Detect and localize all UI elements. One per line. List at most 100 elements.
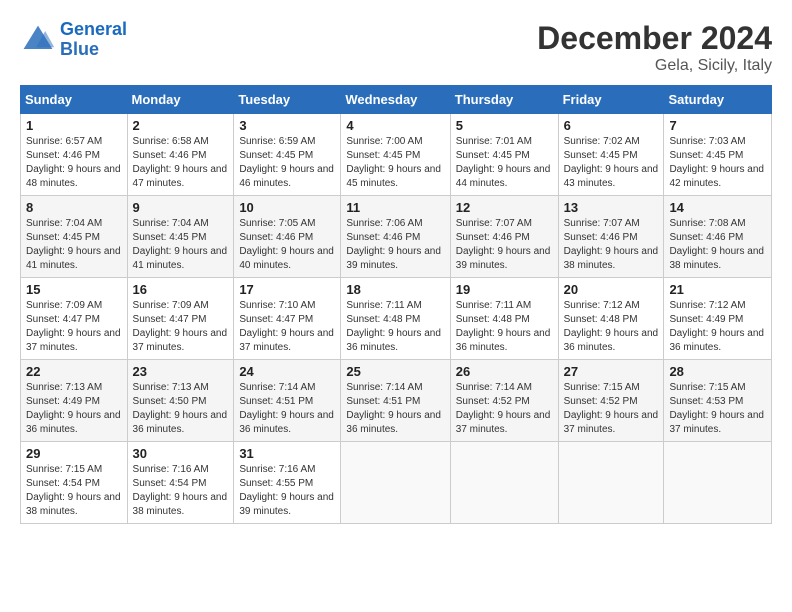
calendar-cell: 26 Sunrise: 7:14 AMSunset: 4:52 PMDaylig… <box>450 360 558 442</box>
day-detail: Sunrise: 7:05 AMSunset: 4:46 PMDaylight:… <box>239 218 334 271</box>
day-detail: Sunrise: 7:15 AMSunset: 4:52 PMDaylight:… <box>564 382 659 435</box>
day-number: 28 <box>669 364 766 379</box>
day-detail: Sunrise: 7:07 AMSunset: 4:46 PMDaylight:… <box>564 218 659 271</box>
calendar-cell: 19 Sunrise: 7:11 AMSunset: 4:48 PMDaylig… <box>450 278 558 360</box>
day-detail: Sunrise: 7:14 AMSunset: 4:51 PMDaylight:… <box>239 382 334 435</box>
page-header: General Blue December 2024 Gela, Sicily,… <box>20 20 772 75</box>
day-number: 10 <box>239 200 335 215</box>
day-number: 21 <box>669 282 766 297</box>
day-detail: Sunrise: 7:06 AMSunset: 4:46 PMDaylight:… <box>346 218 441 271</box>
logo-icon <box>20 22 56 58</box>
calendar-week-row: 29 Sunrise: 7:15 AMSunset: 4:54 PMDaylig… <box>21 442 772 524</box>
day-number: 3 <box>239 118 335 133</box>
calendar-cell: 25 Sunrise: 7:14 AMSunset: 4:51 PMDaylig… <box>341 360 450 442</box>
calendar-cell: 3 Sunrise: 6:59 AMSunset: 4:45 PMDayligh… <box>234 114 341 196</box>
calendar-cell: 11 Sunrise: 7:06 AMSunset: 4:46 PMDaylig… <box>341 196 450 278</box>
day-number: 5 <box>456 118 553 133</box>
calendar-cell: 23 Sunrise: 7:13 AMSunset: 4:50 PMDaylig… <box>127 360 234 442</box>
calendar-cell: 12 Sunrise: 7:07 AMSunset: 4:46 PMDaylig… <box>450 196 558 278</box>
calendar-cell: 5 Sunrise: 7:01 AMSunset: 4:45 PMDayligh… <box>450 114 558 196</box>
month-title: December 2024 <box>537 20 772 57</box>
day-number: 11 <box>346 200 444 215</box>
day-detail: Sunrise: 7:15 AMSunset: 4:54 PMDaylight:… <box>26 464 121 517</box>
calendar-cell: 31 Sunrise: 7:16 AMSunset: 4:55 PMDaylig… <box>234 442 341 524</box>
calendar-cell: 8 Sunrise: 7:04 AMSunset: 4:45 PMDayligh… <box>21 196 128 278</box>
calendar-cell: 1 Sunrise: 6:57 AMSunset: 4:46 PMDayligh… <box>21 114 128 196</box>
day-detail: Sunrise: 7:12 AMSunset: 4:48 PMDaylight:… <box>564 300 659 353</box>
day-detail: Sunrise: 7:07 AMSunset: 4:46 PMDaylight:… <box>456 218 551 271</box>
calendar-week-row: 8 Sunrise: 7:04 AMSunset: 4:45 PMDayligh… <box>21 196 772 278</box>
day-number: 25 <box>346 364 444 379</box>
day-detail: Sunrise: 7:10 AMSunset: 4:47 PMDaylight:… <box>239 300 334 353</box>
calendar-cell: 2 Sunrise: 6:58 AMSunset: 4:46 PMDayligh… <box>127 114 234 196</box>
day-number: 29 <box>26 446 122 461</box>
day-number: 18 <box>346 282 444 297</box>
day-detail: Sunrise: 7:14 AMSunset: 4:51 PMDaylight:… <box>346 382 441 435</box>
day-detail: Sunrise: 7:04 AMSunset: 4:45 PMDaylight:… <box>26 218 121 271</box>
day-detail: Sunrise: 7:09 AMSunset: 4:47 PMDaylight:… <box>133 300 228 353</box>
logo: General Blue <box>20 20 127 60</box>
calendar-cell: 17 Sunrise: 7:10 AMSunset: 4:47 PMDaylig… <box>234 278 341 360</box>
day-detail: Sunrise: 7:08 AMSunset: 4:46 PMDaylight:… <box>669 218 764 271</box>
day-detail: Sunrise: 7:02 AMSunset: 4:45 PMDaylight:… <box>564 136 659 189</box>
day-detail: Sunrise: 6:59 AMSunset: 4:45 PMDaylight:… <box>239 136 334 189</box>
logo-text: General Blue <box>60 20 127 60</box>
day-number: 8 <box>26 200 122 215</box>
day-number: 24 <box>239 364 335 379</box>
calendar-cell: 29 Sunrise: 7:15 AMSunset: 4:54 PMDaylig… <box>21 442 128 524</box>
calendar-table: Sunday Monday Tuesday Wednesday Thursday… <box>20 85 772 524</box>
day-number: 4 <box>346 118 444 133</box>
day-detail: Sunrise: 7:01 AMSunset: 4:45 PMDaylight:… <box>456 136 551 189</box>
calendar-week-row: 15 Sunrise: 7:09 AMSunset: 4:47 PMDaylig… <box>21 278 772 360</box>
day-detail: Sunrise: 7:16 AMSunset: 4:55 PMDaylight:… <box>239 464 334 517</box>
logo-line1: General <box>60 19 127 39</box>
col-tuesday: Tuesday <box>234 86 341 114</box>
day-number: 15 <box>26 282 122 297</box>
col-wednesday: Wednesday <box>341 86 450 114</box>
day-detail: Sunrise: 7:15 AMSunset: 4:53 PMDaylight:… <box>669 382 764 435</box>
day-detail: Sunrise: 6:58 AMSunset: 4:46 PMDaylight:… <box>133 136 228 189</box>
calendar-cell <box>450 442 558 524</box>
calendar-cell: 14 Sunrise: 7:08 AMSunset: 4:46 PMDaylig… <box>664 196 772 278</box>
day-number: 1 <box>26 118 122 133</box>
day-number: 6 <box>564 118 659 133</box>
day-number: 19 <box>456 282 553 297</box>
day-number: 12 <box>456 200 553 215</box>
day-number: 31 <box>239 446 335 461</box>
day-number: 14 <box>669 200 766 215</box>
calendar-cell: 21 Sunrise: 7:12 AMSunset: 4:49 PMDaylig… <box>664 278 772 360</box>
day-detail: Sunrise: 7:12 AMSunset: 4:49 PMDaylight:… <box>669 300 764 353</box>
day-number: 16 <box>133 282 229 297</box>
day-number: 30 <box>133 446 229 461</box>
calendar-cell <box>341 442 450 524</box>
day-number: 27 <box>564 364 659 379</box>
calendar-cell: 28 Sunrise: 7:15 AMSunset: 4:53 PMDaylig… <box>664 360 772 442</box>
col-saturday: Saturday <box>664 86 772 114</box>
calendar-cell: 27 Sunrise: 7:15 AMSunset: 4:52 PMDaylig… <box>558 360 664 442</box>
calendar-cell: 4 Sunrise: 7:00 AMSunset: 4:45 PMDayligh… <box>341 114 450 196</box>
day-detail: Sunrise: 7:09 AMSunset: 4:47 PMDaylight:… <box>26 300 121 353</box>
logo-line2: Blue <box>60 39 99 59</box>
calendar-cell: 24 Sunrise: 7:14 AMSunset: 4:51 PMDaylig… <box>234 360 341 442</box>
day-detail: Sunrise: 7:11 AMSunset: 4:48 PMDaylight:… <box>346 300 441 353</box>
day-detail: Sunrise: 7:16 AMSunset: 4:54 PMDaylight:… <box>133 464 228 517</box>
day-number: 9 <box>133 200 229 215</box>
calendar-cell: 15 Sunrise: 7:09 AMSunset: 4:47 PMDaylig… <box>21 278 128 360</box>
col-thursday: Thursday <box>450 86 558 114</box>
day-number: 2 <box>133 118 229 133</box>
day-number: 23 <box>133 364 229 379</box>
calendar-header-row: Sunday Monday Tuesday Wednesday Thursday… <box>21 86 772 114</box>
location: Gela, Sicily, Italy <box>537 57 772 75</box>
calendar-cell: 30 Sunrise: 7:16 AMSunset: 4:54 PMDaylig… <box>127 442 234 524</box>
calendar-cell: 22 Sunrise: 7:13 AMSunset: 4:49 PMDaylig… <box>21 360 128 442</box>
col-sunday: Sunday <box>21 86 128 114</box>
calendar-cell <box>664 442 772 524</box>
day-number: 13 <box>564 200 659 215</box>
day-detail: Sunrise: 7:03 AMSunset: 4:45 PMDaylight:… <box>669 136 764 189</box>
day-number: 22 <box>26 364 122 379</box>
day-detail: Sunrise: 7:11 AMSunset: 4:48 PMDaylight:… <box>456 300 551 353</box>
day-detail: Sunrise: 7:04 AMSunset: 4:45 PMDaylight:… <box>133 218 228 271</box>
day-detail: Sunrise: 6:57 AMSunset: 4:46 PMDaylight:… <box>26 136 121 189</box>
day-number: 7 <box>669 118 766 133</box>
day-number: 20 <box>564 282 659 297</box>
